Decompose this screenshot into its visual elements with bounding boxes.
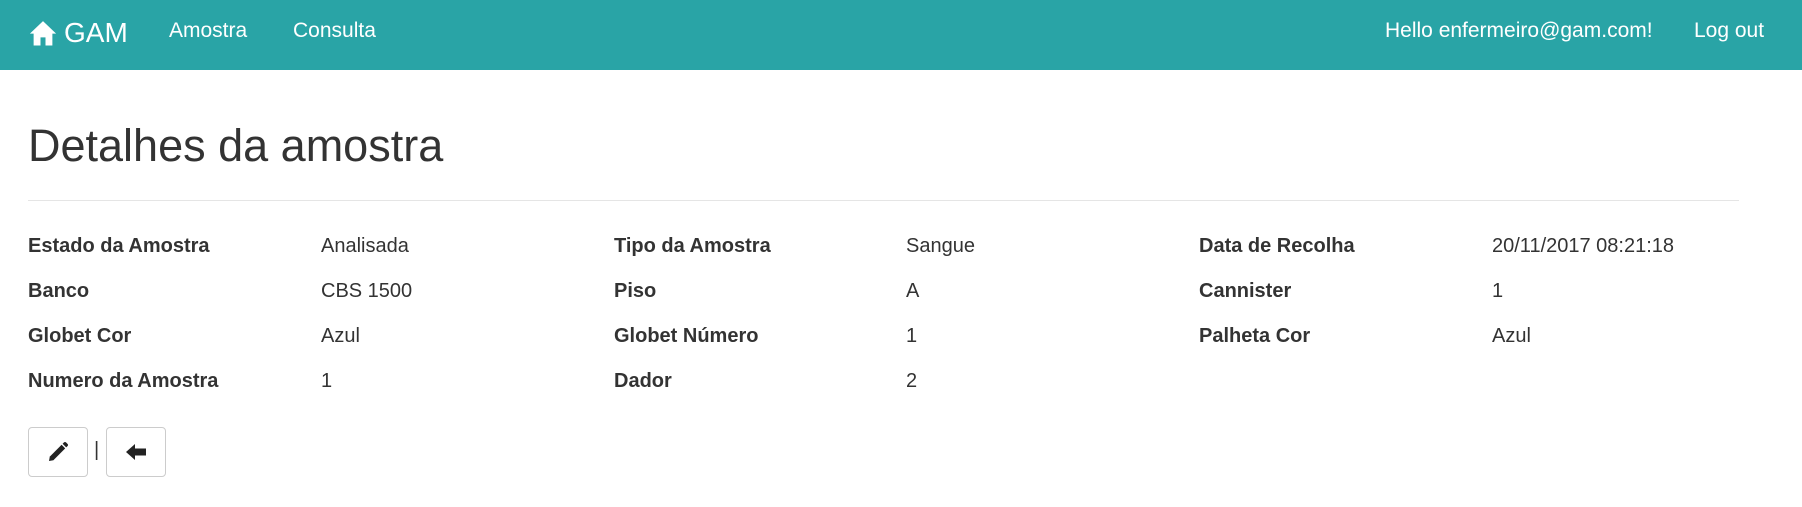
- banco-value: CBS 1500: [321, 280, 413, 302]
- nav-link-amostra[interactable]: Amostra: [169, 18, 247, 44]
- palheta-cor-value: Azul: [1492, 325, 1531, 347]
- brand-label: GAM: [64, 17, 128, 48]
- globet-numero-label: Globet Número: [614, 325, 759, 347]
- estado-value: Analisada: [321, 235, 409, 257]
- back-button[interactable]: [106, 427, 166, 477]
- piso-label: Piso: [614, 280, 657, 302]
- palheta-cor-label: Palheta Cor: [1199, 325, 1311, 347]
- cannister-label: Cannister: [1199, 280, 1292, 302]
- globet-cor-label: Globet Cor: [28, 325, 132, 347]
- brand-link[interactable]: GAM: [28, 14, 128, 52]
- tipo-value: Sangue: [906, 235, 975, 257]
- banco-label: Banco: [28, 280, 90, 302]
- dador-label: Dador: [614, 370, 672, 392]
- pencil-icon: [49, 441, 69, 461]
- numero-amostra-value: 1: [321, 370, 333, 392]
- globet-cor-value: Azul: [321, 325, 360, 347]
- logout-link[interactable]: Log out: [1694, 18, 1764, 44]
- action-separator: |: [94, 439, 100, 461]
- cannister-value: 1: [1492, 280, 1504, 302]
- page-title: Detalhes da amostra: [28, 120, 444, 171]
- navbar: GAM Amostra Consulta Hello enfermeiro@ga…: [0, 0, 1802, 70]
- globet-numero-value: 1: [906, 325, 918, 347]
- user-greeting-link[interactable]: Hello enfermeiro@gam.com!: [1385, 18, 1653, 44]
- dador-value: 2: [906, 370, 918, 392]
- data-recolha-value: 20/11/2017 08:21:18: [1492, 235, 1675, 257]
- divider: [28, 200, 1739, 201]
- piso-value: A: [906, 280, 920, 302]
- estado-label: Estado da Amostra: [28, 235, 210, 257]
- data-recolha-label: Data de Recolha: [1199, 235, 1355, 257]
- nav-link-consulta[interactable]: Consulta: [293, 18, 376, 44]
- numero-amostra-label: Numero da Amostra: [28, 370, 219, 392]
- edit-button[interactable]: [28, 427, 88, 477]
- tipo-label: Tipo da Amostra: [614, 235, 771, 257]
- home-icon: [29, 21, 57, 46]
- arrow-left-icon: [126, 444, 146, 460]
